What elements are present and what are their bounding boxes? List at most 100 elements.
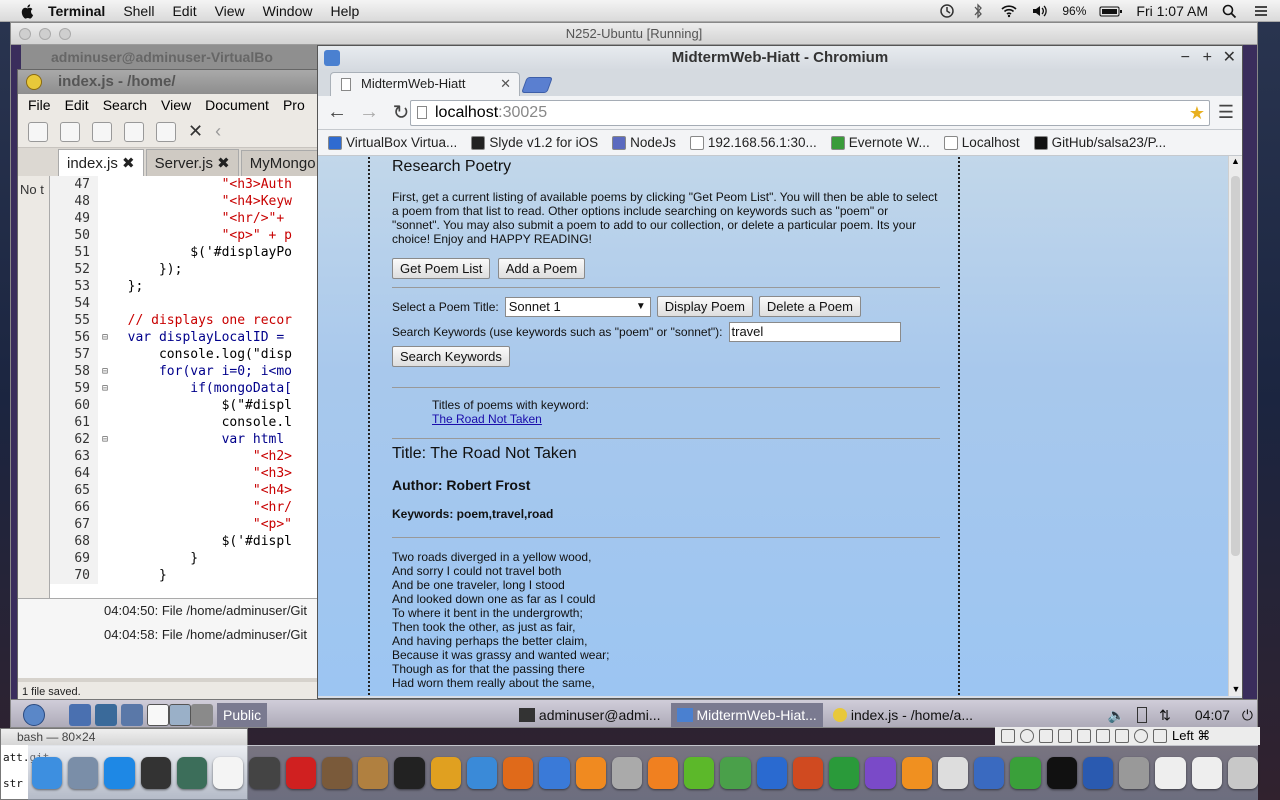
- workspace-1-icon[interactable]: [147, 703, 169, 726]
- ibooks-icon[interactable]: [575, 757, 606, 789]
- scrollbar-thumb[interactable]: [1231, 176, 1240, 556]
- calendar-icon[interactable]: [213, 757, 244, 789]
- itunes-icon[interactable]: [539, 757, 570, 789]
- firefox-icon[interactable]: [503, 757, 534, 789]
- terminal-icon[interactable]: [1046, 757, 1077, 789]
- browser-tab[interactable]: MidtermWeb-Hiatt ✕: [330, 72, 520, 96]
- app-store-icon[interactable]: [104, 757, 135, 789]
- shared-folder-icon[interactable]: [1058, 729, 1072, 743]
- bookmark-item[interactable]: 192.168.56.1:30...: [689, 135, 817, 150]
- volume-icon[interactable]: [1031, 3, 1049, 19]
- file-icon[interactable]: [937, 757, 969, 789]
- time-machine-icon[interactable]: [176, 757, 208, 789]
- delete-poem-button[interactable]: Delete a Poem: [758, 296, 861, 317]
- dashboard-icon[interactable]: [140, 757, 171, 789]
- close-tab-icon[interactable]: ✖: [217, 155, 230, 172]
- wifi-icon[interactable]: [1000, 3, 1018, 19]
- word-icon[interactable]: [756, 757, 787, 789]
- menu-clock[interactable]: Fri 1:07 AM: [1136, 3, 1208, 19]
- fold-marker-icon[interactable]: ⊟: [98, 363, 112, 380]
- hamburger-menu-icon[interactable]: ☰: [1218, 102, 1234, 123]
- close-file-icon[interactable]: ✕: [188, 121, 203, 142]
- fold-marker-icon[interactable]: ⊟: [98, 431, 112, 448]
- settings-icon[interactable]: [901, 757, 932, 789]
- scroll-down-arrow-icon[interactable]: ▼: [1229, 684, 1242, 694]
- save-icon[interactable]: [92, 121, 112, 142]
- safari-icon[interactable]: [466, 757, 498, 789]
- menu-window[interactable]: Window: [263, 3, 313, 19]
- red-app-icon[interactable]: [285, 757, 316, 789]
- taskbar-chromium[interactable]: MidtermWeb-Hiat...: [670, 702, 823, 727]
- guest-terminal-window[interactable]: adminuser@adminuser-VirtualBo: [21, 45, 331, 69]
- maximize-icon[interactable]: +: [1203, 46, 1212, 70]
- excel-icon[interactable]: [829, 757, 860, 789]
- menu-help[interactable]: Help: [330, 3, 359, 19]
- close-tab-icon[interactable]: ✕: [500, 73, 511, 95]
- optical-drive-icon[interactable]: [1020, 729, 1034, 743]
- chrome-icon[interactable]: [430, 757, 461, 789]
- keyboard-icon[interactable]: [1153, 729, 1167, 743]
- sphere-icon[interactable]: [865, 757, 896, 789]
- aperture-icon[interactable]: [394, 757, 425, 789]
- address-bar[interactable]: localhost:30025 ★: [410, 100, 1210, 126]
- network-adapter-icon[interactable]: [1077, 729, 1091, 743]
- capture-icon[interactable]: [1115, 729, 1129, 743]
- editor-menu-edit[interactable]: Edit: [65, 97, 89, 113]
- document-icon[interactable]: [1155, 757, 1186, 789]
- editor-menu-document[interactable]: Document: [205, 97, 269, 113]
- guest-clock[interactable]: 04:07: [1195, 707, 1230, 723]
- spotify-icon[interactable]: [684, 757, 715, 789]
- geany-editor-window[interactable]: index.js - /home/ File Edit Search View …: [17, 69, 337, 703]
- iphoto-icon[interactable]: [358, 757, 389, 789]
- back-arrow-icon[interactable]: ←: [326, 101, 348, 124]
- trash-icon[interactable]: [1227, 757, 1258, 789]
- usb-icon[interactable]: [1039, 729, 1053, 743]
- save-all-icon[interactable]: [124, 121, 144, 142]
- open-file-icon[interactable]: [60, 121, 80, 142]
- mouse-integration-icon[interactable]: [1134, 729, 1148, 743]
- node-icon[interactable]: [1010, 757, 1041, 789]
- close-icon[interactable]: ✕: [1223, 46, 1236, 70]
- close-tab-icon[interactable]: ✖: [122, 155, 135, 172]
- display-icon[interactable]: [1096, 729, 1110, 743]
- apple-menu-icon[interactable]: [20, 3, 36, 19]
- bookmark-star-icon[interactable]: ★: [1189, 101, 1205, 125]
- editor-menu-search[interactable]: Search: [103, 97, 147, 113]
- display-poem-button[interactable]: Display Poem: [656, 296, 753, 317]
- launchpad-icon[interactable]: [68, 757, 99, 789]
- photos-icon[interactable]: [321, 757, 353, 789]
- time-machine-icon[interactable]: [938, 3, 956, 19]
- bookmark-item[interactable]: GitHub/salsa23/P...: [1033, 135, 1166, 150]
- taskbar-terminal[interactable]: adminuser@admi...: [513, 703, 667, 727]
- new-file-icon[interactable]: [28, 121, 48, 142]
- menu-edit[interactable]: Edit: [172, 3, 196, 19]
- reload-icon[interactable]: ↻: [390, 100, 412, 125]
- network-arrows-icon[interactable]: ⇅: [1159, 707, 1171, 724]
- bluetooth-icon[interactable]: [969, 3, 987, 19]
- forward-arrow-icon[interactable]: →: [358, 101, 380, 124]
- result-link[interactable]: The Road Not Taken: [432, 412, 542, 426]
- vertical-scrollbar[interactable]: ▲ ▼: [1228, 156, 1242, 696]
- bookmark-item[interactable]: Localhost: [943, 135, 1020, 150]
- battery-icon[interactable]: [1099, 3, 1123, 19]
- power-icon[interactable]: ⏻: [1242, 707, 1253, 724]
- minimize-window-button[interactable]: [39, 28, 51, 40]
- chromium-window[interactable]: MidtermWeb-Hiatt - Chromium − + ✕ Midter…: [317, 45, 1243, 699]
- tab-server-js[interactable]: Server.js ✖: [145, 149, 239, 176]
- fold-marker-icon[interactable]: ⊟: [98, 380, 112, 397]
- volume-icon[interactable]: 🔈: [1108, 707, 1125, 724]
- document-icon-2[interactable]: [1191, 757, 1222, 789]
- scroll-up-arrow-icon[interactable]: ▲: [1229, 156, 1242, 170]
- battery-percent[interactable]: 96%: [1062, 4, 1086, 18]
- preview-icon[interactable]: [611, 757, 642, 789]
- virtualbox-icon[interactable]: [1082, 757, 1114, 789]
- network-icon[interactable]: [95, 703, 117, 726]
- spotlight-search-icon[interactable]: [1221, 3, 1239, 19]
- file-manager-icon[interactable]: [69, 703, 91, 726]
- menu-shell[interactable]: Shell: [123, 3, 154, 19]
- hdd-icon[interactable]: [1001, 729, 1015, 743]
- workspace-label[interactable]: Public: [217, 702, 268, 727]
- editor-menu-view[interactable]: View: [161, 97, 191, 113]
- xcode-icon[interactable]: [974, 757, 1005, 789]
- fold-marker-icon[interactable]: ⊟: [98, 329, 112, 346]
